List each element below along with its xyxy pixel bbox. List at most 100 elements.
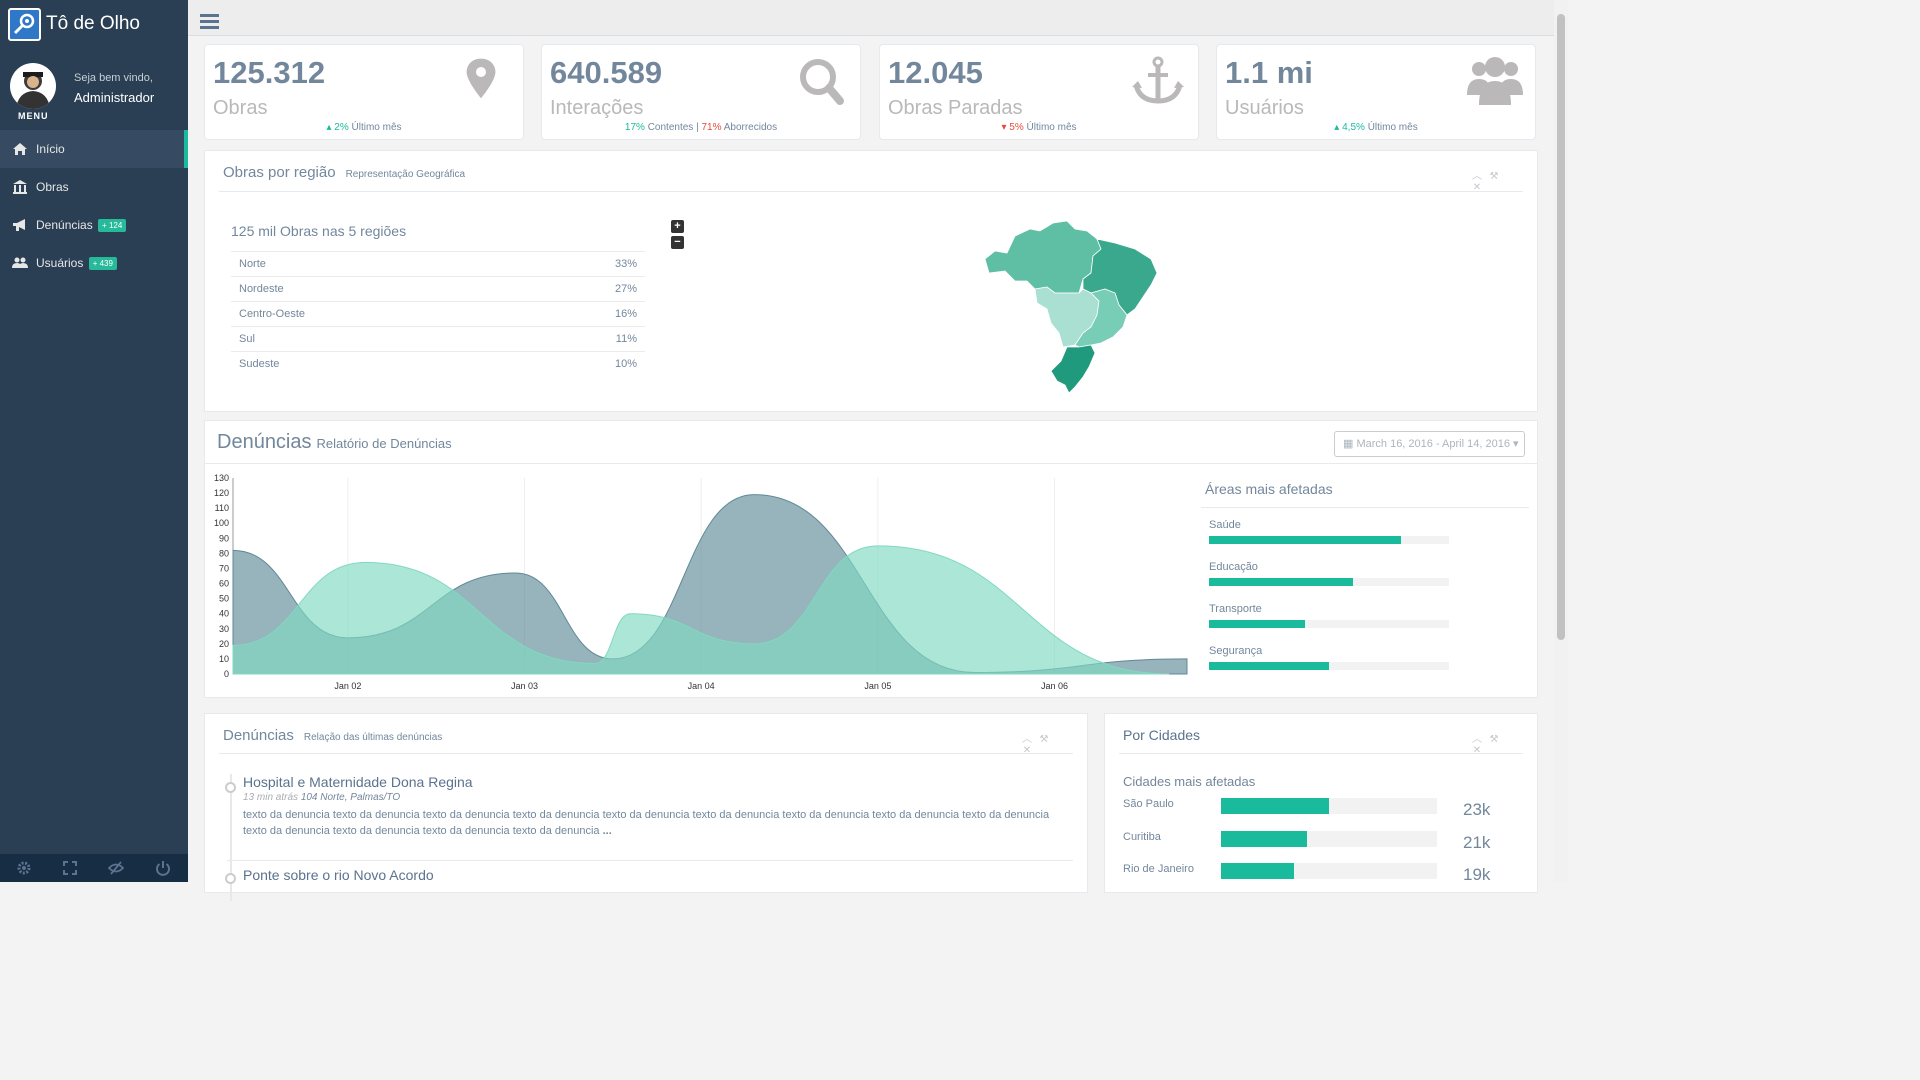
- y-tick-label: 90: [219, 533, 229, 543]
- area-label: Saúde: [1209, 519, 1241, 531]
- x-tick-label: Jan 05: [864, 681, 891, 691]
- page-scrollbar[interactable]: [1554, 0, 1568, 882]
- panel-subtitle: Relatório de Denúncias: [316, 436, 452, 451]
- regions-table: Norte 33% Nordeste 27% Centro-Oeste 16% Sul…: [231, 251, 645, 377]
- complaint-title[interactable]: Hospital e Maternidade Dona Regina: [243, 774, 1073, 790]
- menu-toggle-icon[interactable]: [200, 14, 219, 30]
- panel-title: Obras por região: [223, 164, 336, 181]
- x-tick-label: Jan 06: [1041, 681, 1068, 691]
- area-label: Segurança: [1209, 645, 1263, 657]
- table-row: Norte 33%: [231, 251, 645, 277]
- power-icon[interactable]: [155, 860, 173, 876]
- city-row: Rio de Janeiro 19k: [1123, 863, 1523, 893]
- complaints-panel: Denúncias Relação das últimas denúncias ︿…: [204, 713, 1088, 901]
- table-row: Sul 11%: [231, 326, 645, 352]
- settings-icon[interactable]: [16, 860, 34, 876]
- x-tick-label: Jan 02: [334, 681, 361, 691]
- timeline-dot: [225, 873, 236, 884]
- timeline-item[interactable]: Ponte sobre o rio Novo Acordo: [225, 861, 1073, 901]
- progress-track: [1221, 831, 1437, 847]
- app-name: Tô de Olho: [46, 13, 140, 34]
- home-icon: [12, 141, 28, 157]
- map-zoom-out-button[interactable]: −: [671, 236, 684, 249]
- region-name: Sudeste: [231, 351, 514, 377]
- y-tick-label: 0: [224, 669, 229, 679]
- panel-title: Por Cidades: [1123, 727, 1201, 743]
- area-progress-educacao: Educação: [1209, 561, 1449, 586]
- regions-heading: 125 mil Obras nas 5 regiões: [231, 223, 407, 239]
- stat-footer: ▾ 5% Último mês: [1001, 122, 1077, 133]
- map-zoom-in-button[interactable]: +: [671, 220, 684, 233]
- region-pct: 33%: [513, 251, 645, 277]
- progress-fill: [1221, 831, 1308, 847]
- panel-subtitle: Representação Geográfica: [345, 169, 466, 180]
- sidebar-nav: Início Obras Denúncias + 124 Usuários + …: [0, 130, 188, 282]
- y-tick-label: 60: [219, 579, 229, 589]
- wrench-icon[interactable]: ⚒: [1487, 171, 1501, 182]
- stat-positive-value: 17%: [624, 122, 645, 133]
- collapse-icon[interactable]: ︿: [1470, 730, 1484, 745]
- region-name: Norte: [231, 251, 514, 277]
- sidebar-item-inicio[interactable]: Início: [0, 130, 188, 168]
- table-row: Centro-Oeste 16%: [231, 301, 645, 327]
- city-row: São Paulo 23k: [1123, 798, 1523, 828]
- stat-tile-interacoes: 640.589 Interações 17% Contentes | 71% A…: [541, 44, 861, 140]
- brazil-map[interactable]: [975, 201, 1175, 401]
- scrollbar-thumb[interactable]: [1557, 14, 1565, 640]
- users-icon: [12, 255, 28, 271]
- wrench-icon[interactable]: ⚒: [1037, 734, 1051, 745]
- region-name: Centro-Oeste: [231, 301, 514, 327]
- wrench-icon[interactable]: ⚒: [1487, 734, 1501, 745]
- complaints-area-chart[interactable]: Jan 02Jan 03Jan 04Jan 05Jan 06Jan 070102…: [205, 461, 1201, 701]
- menu-label[interactable]: MENU: [18, 111, 49, 121]
- caret-down-icon: ▾: [1513, 438, 1519, 450]
- collapse-icon[interactable]: ︿: [1470, 167, 1484, 182]
- stat-change: 2%: [334, 122, 349, 133]
- panel-title: Denúncias: [217, 431, 312, 453]
- read-more-link[interactable]: ...: [603, 825, 612, 837]
- area-progress-transporte: Transporte: [1209, 603, 1449, 628]
- city-value: 23k: [1463, 800, 1491, 819]
- stat-negative-label: Aborrecidos: [723, 122, 778, 133]
- map-region-sul: [1050, 344, 1096, 394]
- brand[interactable]: Tô de Olho: [0, 0, 188, 48]
- region-name: Sul: [231, 326, 514, 352]
- report-panel: Denúncias Relatório de Denúncias ▦ March …: [204, 420, 1538, 698]
- avatar[interactable]: [10, 63, 56, 109]
- progress-fill: [1221, 798, 1329, 814]
- progress-track: [1209, 536, 1449, 544]
- bullhorn-icon: [12, 217, 28, 233]
- stat-change: 5%: [1009, 122, 1024, 133]
- stat-footer: ▴ 4,5% Último mês: [1334, 122, 1418, 133]
- table-row: Sudeste 10%: [231, 351, 645, 377]
- notification-badge: + 439: [88, 257, 117, 270]
- sidebar-item-label: Obras: [36, 180, 69, 194]
- city-name: Rio de Janeiro: [1123, 863, 1194, 875]
- table-row: Nordeste 27%: [231, 276, 645, 302]
- date-range-text: March 16, 2016 - April 14, 2016: [1356, 438, 1510, 450]
- stat-change: 4,5%: [1342, 122, 1365, 133]
- sidebar-item-usuarios[interactable]: Usuários + 439: [0, 244, 188, 282]
- collapse-icon[interactable]: ︿: [1020, 730, 1034, 745]
- complaint-title[interactable]: Ponte sobre o rio Novo Acordo: [243, 867, 1073, 883]
- stat-label: Usuários: [1225, 97, 1304, 119]
- date-range-picker[interactable]: ▦ March 16, 2016 - April 14, 2016 ▾: [1334, 431, 1525, 457]
- timeline-item[interactable]: Hospital e Maternidade Dona Regina 13 mi…: [225, 774, 1073, 861]
- region-pct: 11%: [513, 326, 645, 352]
- y-tick-label: 110: [215, 503, 229, 513]
- fullscreen-icon[interactable]: [62, 860, 80, 876]
- region-pct: 16%: [513, 301, 645, 327]
- sidebar-item-obras[interactable]: Obras: [0, 168, 188, 206]
- stat-value: 1.1 mi: [1225, 55, 1313, 90]
- sidebar: Tô de Olho MENU Seja bem vindo, Administ…: [0, 0, 188, 882]
- progress-track: [1221, 863, 1437, 879]
- close-icon[interactable]: ✕: [1470, 745, 1484, 756]
- sidebar-item-denuncias[interactable]: Denúncias + 124: [0, 206, 188, 244]
- regions-panel: Obras por região Representação Geográfica…: [204, 150, 1538, 412]
- stat-suffix: Último mês: [1026, 122, 1077, 133]
- y-tick-label: 20: [219, 639, 229, 649]
- eye-slash-icon[interactable]: [107, 860, 126, 876]
- close-icon[interactable]: ✕: [1020, 745, 1034, 756]
- x-tick-label: Jan 03: [511, 681, 538, 691]
- panel-toolbox: ︿ ⚒✕: [1467, 167, 1517, 193]
